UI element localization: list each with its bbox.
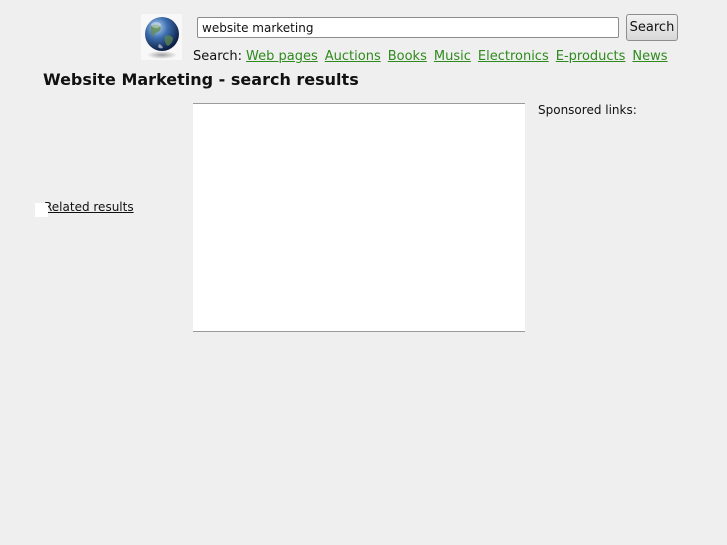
nav-link-music[interactable]: Music <box>434 49 471 64</box>
search-button[interactable]: Search <box>626 14 678 41</box>
results-frame <box>193 103 525 332</box>
related-results-link[interactable]: Related results <box>44 200 134 214</box>
globe-icon[interactable] <box>141 14 182 60</box>
nav-link-auctions[interactable]: Auctions <box>325 49 381 64</box>
page-title: Website Marketing - search results <box>43 70 359 89</box>
search-input[interactable] <box>197 17 619 38</box>
page: Search Search:Web pages Auctions Books Musi… <box>0 0 727 545</box>
nav-link-books[interactable]: Books <box>388 49 427 64</box>
nav-link-news[interactable]: News <box>632 49 667 64</box>
nav-link-electronics[interactable]: Electronics <box>478 49 549 64</box>
search-nav-prefix: Search: <box>193 49 243 64</box>
related-results-marker <box>35 203 48 217</box>
sponsored-links-label: Sponsored links: <box>538 103 637 117</box>
nav-link-e-products[interactable]: E-products <box>556 49 626 64</box>
nav-link-web-pages[interactable]: Web pages <box>246 49 318 64</box>
search-category-nav: Search: Web pages Auctions Books Music Electr… <box>193 49 675 64</box>
related-results: Related results <box>35 200 145 217</box>
